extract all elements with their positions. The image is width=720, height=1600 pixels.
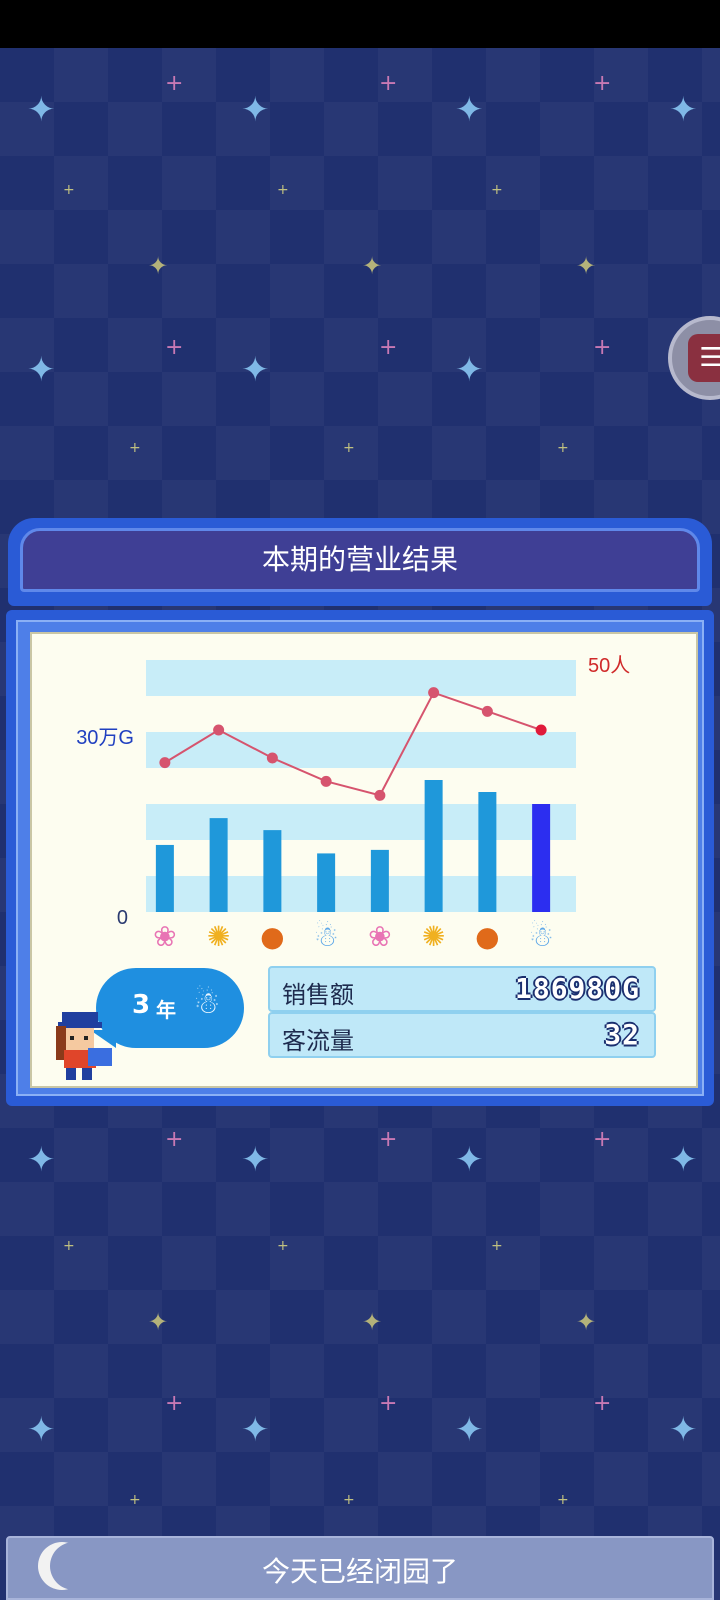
chart-bar [478,792,497,912]
autumn-icon: ● [475,920,499,953]
chart-bar [532,804,551,912]
sparkle-icon: ✦ [455,1410,484,1450]
park-closed-bar[interactable]: 今天已经闭园了 [6,1536,714,1600]
sparkle-icon: + [165,1391,184,1416]
chart-bar [317,853,336,912]
year-label: 年 [156,998,176,1022]
sparkle-icon: ✦ [27,1410,56,1450]
autumn-icon: ● [260,920,284,953]
y-left-top-label: 30万G [76,727,134,749]
chart-band [146,732,576,768]
chart-bar [209,818,228,912]
sparkle-icon: + [593,1391,612,1416]
sparkle-icon: + [379,1127,398,1152]
chart-bar [155,844,174,912]
sparkle-icon: + [557,1492,569,1508]
spring-icon: ❀ [368,920,391,953]
chart-point [535,724,547,736]
sparkle-icon: + [277,1238,289,1254]
winter-icon: ☃ [314,920,339,953]
customers-value: 32 [604,1018,640,1051]
customers-row: 客流量 32 [268,1012,656,1058]
chart-point [428,687,440,699]
winter-icon: ☃ [193,986,221,1021]
summer-icon: ✺ [207,920,230,953]
chart-bar [370,849,389,912]
park-closed-text: 今天已经闭园了 [261,1555,458,1588]
spring-icon: ❀ [153,920,176,953]
sparkle-icon: + [129,1492,141,1508]
sparkle-icon: ✦ [27,1140,56,1180]
chart-bar [263,830,282,912]
sales-chart: 30万G 0 50人 ❀ ✺ ● ☃ ❀ ✺ ● ☃ [76,654,630,953]
sparkle-icon: ✦ [148,1308,169,1336]
summer-icon: ✺ [422,920,445,953]
sparkle-icon: ✦ [669,1140,698,1180]
year-number: 3 [132,990,151,1020]
chart-point [159,757,171,769]
sparkle-icon: ✦ [455,1140,484,1180]
sparkle-icon: ✦ [241,1140,270,1180]
sparkle-icon: + [491,1238,503,1254]
sales-value: 186980G [514,972,640,1005]
y-right-top-label: 50人 [588,654,630,677]
sparkle-icon: + [343,1492,355,1508]
chart-point [213,724,225,736]
winter-icon: ☃ [529,920,554,953]
chart-bar [424,780,443,912]
sparkle-icon: ✦ [241,1410,270,1450]
sparkle-icon: + [165,1127,184,1152]
sales-row: 销售额 186980G [268,966,656,1012]
y-left-zero-label: 0 [117,907,128,929]
sparkle-icon: + [593,1127,612,1152]
sparkle-icon: ✦ [576,1308,597,1336]
customers-label: 客流量 [282,1027,354,1055]
sparkle-icon: ✦ [669,1410,698,1450]
chart-point [374,789,386,801]
chart-point [266,752,278,764]
staff-avatar [56,1012,112,1080]
sparkle-icon: + [63,1238,75,1254]
chart-point [481,705,493,717]
sales-label: 销售额 [282,981,354,1009]
sparkle-icon: ✦ [362,1308,383,1336]
sparkle-icon: + [379,1391,398,1416]
chart-point [320,775,332,787]
chart-band [146,660,576,696]
